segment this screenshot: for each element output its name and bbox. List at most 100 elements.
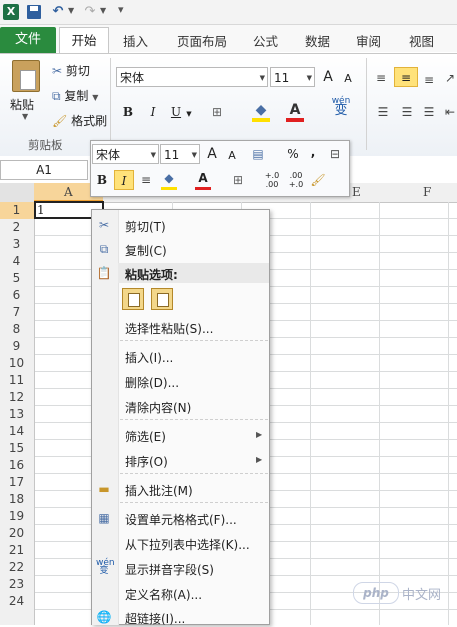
row-header-14[interactable]: 14: [0, 424, 33, 438]
grow-font-button[interactable]: A: [320, 67, 336, 87]
chevron-down-icon[interactable]: ▼: [192, 145, 197, 165]
align-middle-icon[interactable]: ≡: [394, 67, 418, 87]
menu-item-sort[interactable]: 排序(O): [125, 453, 168, 470]
tab-insert[interactable]: 插入: [123, 31, 148, 50]
align-center-icon[interactable]: ☰: [398, 102, 416, 122]
align-left-icon[interactable]: ☰: [374, 102, 392, 122]
menu-item-insert-comment[interactable]: 插入批注(M): [125, 482, 193, 499]
row-header-7[interactable]: 7: [0, 305, 33, 319]
menu-item-hyperlink[interactable]: 超链接(I)...: [125, 610, 185, 627]
align-top-icon[interactable]: ≡: [372, 68, 390, 88]
row-header-5[interactable]: 5: [0, 271, 33, 285]
paste-option-keep-format-icon[interactable]: [122, 288, 144, 310]
row-header-10[interactable]: 10: [0, 356, 33, 370]
row-header-6[interactable]: 6: [0, 288, 33, 302]
chevron-down-icon[interactable]: ▼: [307, 68, 312, 88]
paste-option-values-icon[interactable]: [151, 288, 173, 310]
column-header-f[interactable]: F: [423, 185, 431, 199]
mini-increase-decimal-button[interactable]: +.0 .00: [262, 171, 282, 191]
chevron-down-icon[interactable]: ▼: [151, 145, 156, 165]
redo-dropdown-icon[interactable]: ▼: [100, 6, 106, 15]
row-header-9[interactable]: 9: [0, 339, 33, 353]
cut-button[interactable]: ✂ 剪切: [52, 62, 90, 79]
row-header-20[interactable]: 20: [0, 526, 33, 540]
font-color-button[interactable]: A: [287, 100, 303, 120]
mini-borders-icon[interactable]: ⊞: [231, 170, 245, 190]
mini-percent-button[interactable]: %: [286, 144, 300, 164]
mini-font-size-combo[interactable]: 11 ▼: [160, 144, 200, 164]
menu-item-insert[interactable]: 插入(I)...: [125, 349, 173, 366]
mini-format-painter-icon[interactable]: 🖌: [310, 170, 326, 190]
mini-shrink-font-button[interactable]: A: [226, 146, 238, 166]
menu-item-filter[interactable]: 筛选(E): [125, 428, 166, 445]
tab-file[interactable]: 文件: [0, 27, 56, 53]
italic-button[interactable]: I: [145, 102, 161, 122]
row-header-4[interactable]: 4: [0, 254, 33, 268]
row-header-15[interactable]: 15: [0, 441, 33, 455]
undo-icon[interactable]: ↶: [50, 4, 66, 20]
row-header-22[interactable]: 22: [0, 560, 33, 574]
paste-dropdown-icon[interactable]: ▼: [22, 112, 28, 121]
row-header-24[interactable]: 24: [0, 594, 33, 608]
copy-button[interactable]: ⧉ 复制 ▼: [52, 87, 98, 104]
mini-merge-icon[interactable]: ⊟: [326, 144, 344, 164]
row-header-8[interactable]: 8: [0, 322, 33, 336]
customize-qat-icon[interactable]: ▾: [118, 3, 124, 16]
row-header-3[interactable]: 3: [0, 237, 33, 251]
menu-item-format-cells[interactable]: 设置单元格格式(F)...: [125, 511, 237, 528]
font-name-combo[interactable]: 宋体 ▼: [116, 67, 268, 87]
redo-icon[interactable]: ↷: [82, 4, 98, 20]
menu-item-show-phonetic[interactable]: 显示拼音字段(S): [125, 561, 214, 578]
menu-item-cut[interactable]: 剪切(T): [125, 218, 166, 235]
tab-page-layout[interactable]: 页面布局: [177, 31, 227, 50]
orientation-icon[interactable]: ↗: [443, 68, 457, 88]
row-header-23[interactable]: 23: [0, 577, 33, 591]
menu-item-delete[interactable]: 删除(D)...: [125, 374, 179, 391]
phonetic-guide-button[interactable]: wén 变: [329, 96, 353, 117]
menu-item-pick-from-list[interactable]: 从下拉列表中选择(K)...: [125, 536, 250, 553]
tab-view[interactable]: 视图: [409, 31, 434, 50]
decrease-indent-icon[interactable]: ⇤: [443, 102, 457, 122]
undo-dropdown-icon[interactable]: ▼: [68, 6, 74, 15]
row-header-17[interactable]: 17: [0, 475, 33, 489]
menu-item-define-name[interactable]: 定义名称(A)...: [125, 586, 202, 603]
menu-item-clear-contents[interactable]: 清除内容(N): [125, 399, 191, 416]
excel-logo-icon[interactable]: X: [3, 4, 19, 20]
name-box[interactable]: A1: [0, 160, 88, 180]
format-painter-button[interactable]: 🖌 格式刷: [52, 112, 107, 129]
row-header-11[interactable]: 11: [0, 373, 33, 387]
mini-grow-font-button[interactable]: A: [205, 144, 219, 164]
menu-item-paste-special[interactable]: 选择性粘贴(S)...: [125, 320, 213, 337]
row-header-1[interactable]: 1: [0, 203, 33, 217]
paste-button[interactable]: 粘贴: [10, 96, 34, 113]
row-header-2[interactable]: 2: [0, 220, 33, 234]
tab-formulas[interactable]: 公式: [253, 31, 278, 50]
copy-dropdown-icon[interactable]: ▼: [92, 93, 98, 102]
paste-icon[interactable]: [12, 60, 40, 92]
mini-italic-button[interactable]: I: [114, 170, 134, 190]
bold-button[interactable]: B: [120, 102, 136, 122]
mini-decrease-decimal-button[interactable]: .00 +.0: [286, 171, 306, 191]
mini-fill-color-icon[interactable]: ◆: [161, 168, 177, 188]
row-header-21[interactable]: 21: [0, 543, 33, 557]
fill-color-button[interactable]: ◆: [252, 100, 270, 120]
save-icon[interactable]: [27, 5, 41, 19]
mini-align-center-icon[interactable]: ≡: [139, 170, 153, 190]
mini-bold-button[interactable]: B: [95, 170, 109, 190]
borders-icon[interactable]: ⊞: [209, 102, 225, 122]
row-header-18[interactable]: 18: [0, 492, 33, 506]
row-header-16[interactable]: 16: [0, 458, 33, 472]
font-size-combo[interactable]: 11 ▼: [270, 67, 315, 87]
tab-review[interactable]: 审阅: [356, 31, 381, 50]
align-bottom-icon[interactable]: ≡: [420, 70, 438, 90]
tab-data[interactable]: 数据: [305, 31, 330, 50]
mini-number-format-icon[interactable]: ▤: [249, 144, 267, 164]
mini-font-color-button[interactable]: A: [196, 168, 210, 188]
column-header-e[interactable]: E: [352, 185, 361, 199]
shrink-font-button[interactable]: A: [340, 69, 356, 89]
underline-dropdown-icon[interactable]: ▼: [184, 104, 194, 124]
row-header-12[interactable]: 12: [0, 390, 33, 404]
column-header-a[interactable]: A: [64, 185, 73, 199]
mini-comma-button[interactable]: ,: [308, 142, 318, 162]
menu-item-copy[interactable]: 复制(C): [125, 242, 167, 259]
